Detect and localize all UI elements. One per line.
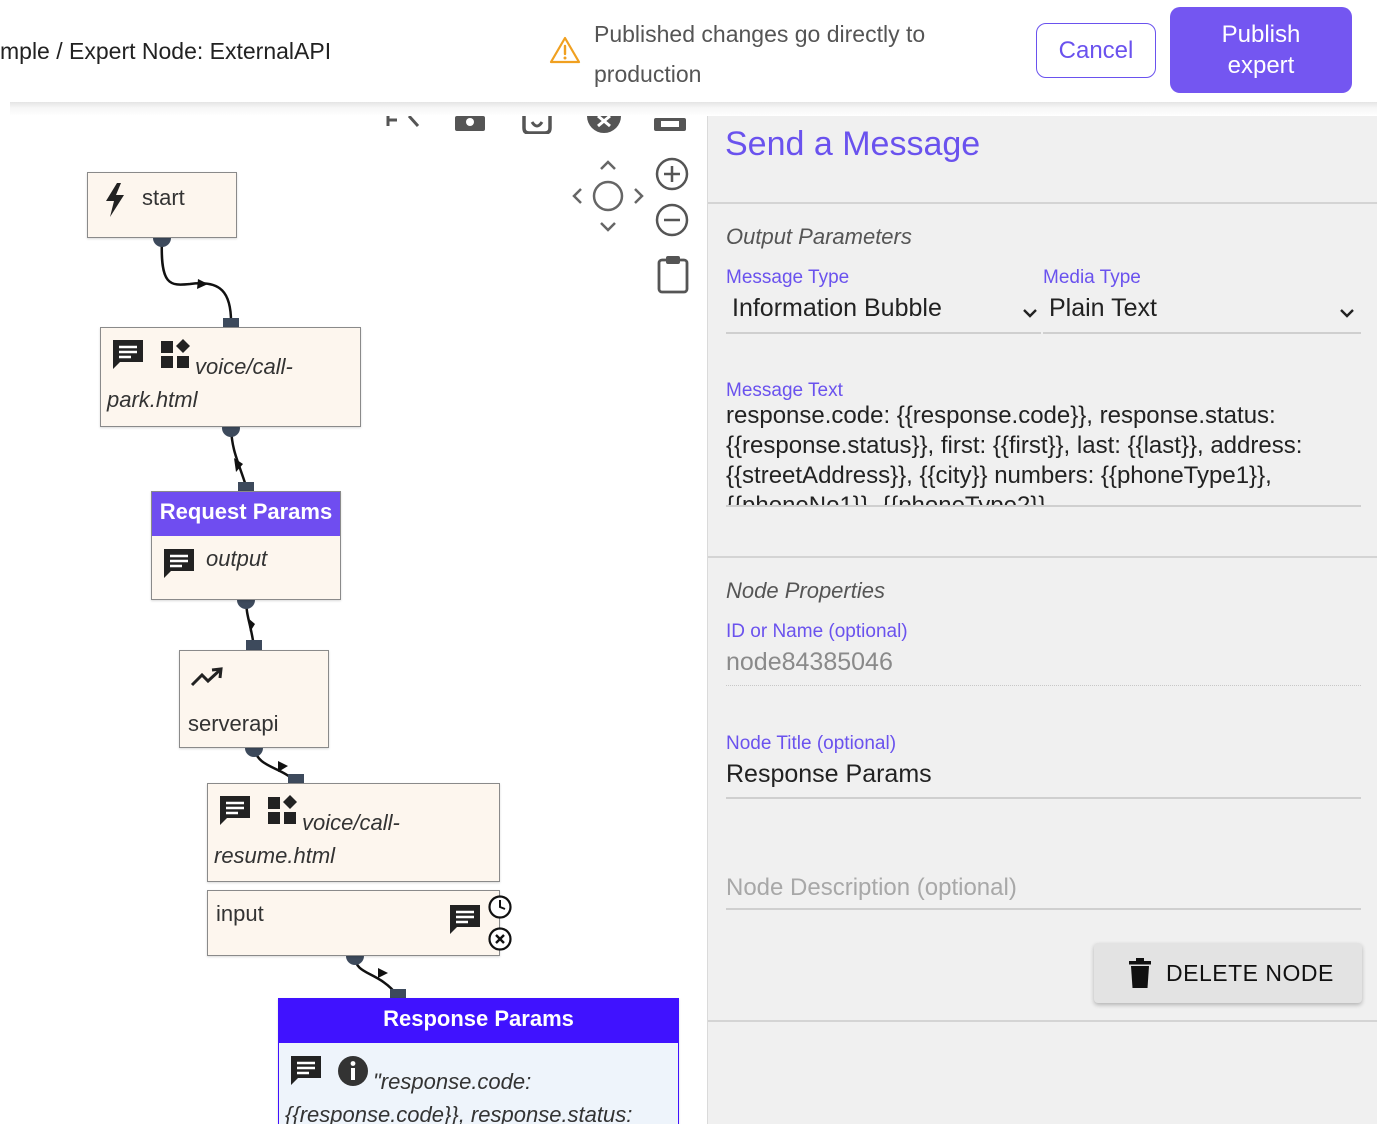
chevron-down-icon <box>1023 309 1037 318</box>
timeout-clock-icon[interactable] <box>487 894 513 920</box>
node-id-field[interactable]: node84385046 <box>726 648 893 677</box>
media-type-value: Plain Text <box>1049 294 1157 322</box>
pan-control-icon[interactable] <box>572 160 644 232</box>
output-parameters-heading: Output Parameters <box>726 224 912 249</box>
clipboard-icon[interactable] <box>656 254 690 294</box>
delete-node-label: DELETE NODE <box>1166 959 1334 986</box>
field-underline <box>726 797 1361 799</box>
fit-view-icon[interactable] <box>385 116 421 128</box>
node-title-label: Node Title (optional) <box>726 733 897 754</box>
zoom-out-icon[interactable] <box>654 202 690 238</box>
divider <box>708 556 1377 558</box>
node-title: Response Params <box>279 999 678 1043</box>
flow-canvas[interactable]: start voice/call-park.html Request Param… <box>10 116 707 1124</box>
undo-icon[interactable] <box>522 116 552 134</box>
print-icon[interactable] <box>652 116 688 132</box>
flow-node-call-resume[interactable]: voice/call-resume.html <box>207 783 500 882</box>
error-x-icon[interactable] <box>487 926 513 952</box>
node-label: voice/call-park.html <box>107 354 293 412</box>
media-type-select[interactable]: Plain Text <box>1043 290 1361 334</box>
divider <box>708 1020 1377 1022</box>
node-properties-panel: Send a Message Output Parameters Message… <box>707 116 1377 1124</box>
flow-node-request-params[interactable]: Request Params output <box>151 491 341 600</box>
lightning-icon <box>106 183 124 217</box>
node-label: start <box>142 185 185 210</box>
node-properties-heading: Node Properties <box>726 578 885 603</box>
cancel-button[interactable]: Cancel <box>1036 23 1156 78</box>
flow-node-serverapi[interactable]: serverapi <box>179 650 329 748</box>
message-type-value: Information Bubble <box>732 294 942 322</box>
node-title: Request Params <box>152 492 340 536</box>
message-text-area[interactable]: response.code: {{response.code}}, respon… <box>726 401 1356 505</box>
message-type-label: Message Type <box>726 267 850 288</box>
field-underline <box>726 908 1361 910</box>
publish-warning-text: Published changes go directly to product… <box>594 21 926 87</box>
node-id-label: ID or Name (optional) <box>726 621 908 642</box>
delete-node-button[interactable]: DELETE NODE <box>1094 943 1362 1003</box>
flow-node-start[interactable]: start <box>87 172 237 238</box>
camera-icon[interactable] <box>454 116 486 132</box>
field-underline <box>726 332 1041 334</box>
media-type-label: Media Type <box>1043 267 1141 288</box>
panel-title: Send a Message <box>725 125 981 163</box>
node-description-field[interactable]: Node Description (optional) <box>726 874 1017 902</box>
node-label: input <box>216 901 264 926</box>
node-label: serverapi <box>188 711 279 736</box>
flow-node-input[interactable]: input <box>207 890 500 956</box>
field-underline <box>726 505 1361 507</box>
divider <box>708 202 1377 204</box>
top-bar: mple / Expert Node: ExternalAPI Publishe… <box>0 0 1377 104</box>
breadcrumb: mple / Expert Node: ExternalAPI <box>0 38 332 64</box>
connector-lines <box>153 229 406 1005</box>
publish-expert-button[interactable]: Publish expert <box>1170 7 1352 93</box>
node-label: output <box>206 546 268 571</box>
node-label: "response.code: {{response.code}}, respo… <box>285 1069 633 1124</box>
node-label: voice/call-resume.html <box>214 810 400 868</box>
flow-node-response-params[interactable]: Response Params "response.code: {{respon… <box>278 998 679 1124</box>
flow-node-call-park[interactable]: voice/call-park.html <box>100 327 361 427</box>
close-circle-icon[interactable] <box>586 116 622 134</box>
field-underline <box>726 685 1361 686</box>
field-underline <box>1043 332 1361 334</box>
trending-up-icon <box>190 667 223 687</box>
node-title-field[interactable]: Response Params <box>726 760 932 789</box>
warning-icon <box>549 36 581 64</box>
trash-icon <box>1129 958 1151 988</box>
message-icon <box>164 549 194 578</box>
message-type-select[interactable]: Information Bubble <box>726 290 1041 334</box>
message-icon <box>450 905 480 934</box>
header-shadow <box>10 102 1377 116</box>
chevron-down-icon <box>1340 309 1354 318</box>
message-text-label: Message Text <box>726 380 843 401</box>
zoom-in-icon[interactable] <box>654 156 690 192</box>
